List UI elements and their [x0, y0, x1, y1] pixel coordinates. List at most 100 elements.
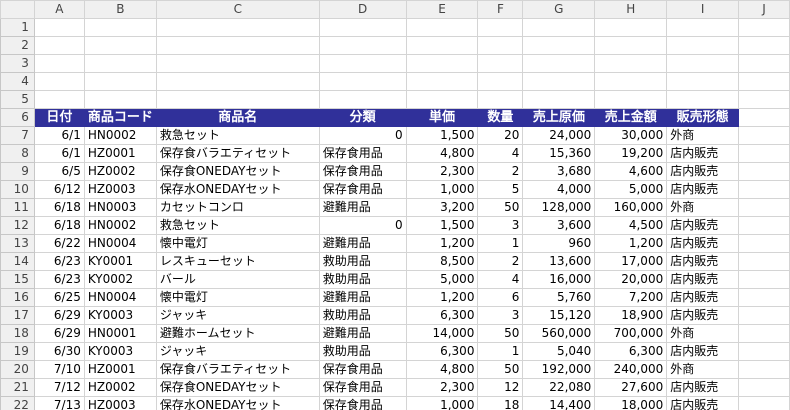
table-cell[interactable]: ジャッキ — [155, 342, 320, 361]
row-header[interactable]: 16 — [0, 288, 35, 307]
table-cell[interactable]: 避難用品 — [318, 234, 407, 253]
table-cell[interactable]: 24,000 — [522, 126, 596, 145]
table-cell[interactable]: 保存食用品 — [318, 396, 407, 410]
cell[interactable] — [738, 126, 790, 145]
table-cell[interactable]: 3 — [477, 306, 524, 325]
cell[interactable] — [738, 378, 790, 397]
table-cell[interactable]: 15,360 — [522, 144, 596, 163]
row-header[interactable]: 8 — [0, 144, 35, 163]
row-header[interactable]: 22 — [0, 396, 35, 410]
cell[interactable] — [405, 54, 479, 73]
table-cell[interactable]: HZ0002 — [83, 378, 157, 397]
table-cell[interactable]: カセットコンロ — [155, 198, 320, 217]
row-header[interactable]: 21 — [0, 378, 35, 397]
table-header-cell[interactable]: 分類 — [318, 108, 407, 127]
table-cell[interactable]: 1,200 — [405, 288, 479, 307]
table-header-cell[interactable]: 売上金額 — [594, 108, 668, 127]
table-cell[interactable]: 5,040 — [522, 342, 596, 361]
table-cell[interactable]: KY0003 — [83, 342, 157, 361]
cell[interactable] — [738, 306, 790, 325]
table-cell[interactable]: 14,400 — [522, 396, 596, 410]
row-header[interactable]: 1 — [0, 18, 35, 37]
table-cell[interactable]: HZ0002 — [83, 162, 157, 181]
table-cell[interactable]: 30,000 — [594, 126, 668, 145]
table-cell[interactable]: 店内販売 — [666, 144, 740, 163]
cell[interactable] — [738, 396, 790, 410]
row-header[interactable]: 2 — [0, 36, 35, 55]
row-header[interactable]: 10 — [0, 180, 35, 199]
cell[interactable] — [405, 36, 479, 55]
table-cell[interactable]: 保存食ONEDAYセット — [155, 378, 320, 397]
row-header[interactable]: 17 — [0, 306, 35, 325]
cell[interactable] — [522, 72, 596, 91]
row-header[interactable]: 12 — [0, 216, 35, 235]
table-cell[interactable]: 4,000 — [522, 180, 596, 199]
table-cell[interactable]: 20,000 — [594, 270, 668, 289]
row-header[interactable]: 11 — [0, 198, 35, 217]
table-cell[interactable]: 救急セット — [155, 216, 320, 235]
cell[interactable] — [738, 198, 790, 217]
column-header[interactable]: A — [33, 0, 85, 19]
row-header[interactable]: 13 — [0, 234, 35, 253]
row-header[interactable]: 5 — [0, 90, 35, 109]
cell[interactable] — [155, 36, 320, 55]
table-cell[interactable]: 避難用品 — [318, 324, 407, 343]
cell[interactable] — [33, 36, 85, 55]
table-cell[interactable]: HZ0003 — [83, 180, 157, 199]
table-cell[interactable]: 店内販売 — [666, 378, 740, 397]
table-cell[interactable]: 1,200 — [594, 234, 668, 253]
table-cell[interactable]: 1,500 — [405, 126, 479, 145]
table-cell[interactable]: レスキューセット — [155, 252, 320, 271]
table-cell[interactable]: 5,000 — [405, 270, 479, 289]
cell[interactable] — [738, 180, 790, 199]
table-cell[interactable]: HN0004 — [83, 234, 157, 253]
table-cell[interactable]: 店内販売 — [666, 342, 740, 361]
table-cell[interactable]: 6,300 — [405, 342, 479, 361]
column-header[interactable]: J — [738, 0, 790, 19]
cell[interactable] — [318, 72, 407, 91]
table-cell[interactable]: HN0004 — [83, 288, 157, 307]
table-cell[interactable]: 避難用品 — [318, 288, 407, 307]
cell[interactable] — [33, 18, 85, 37]
column-header[interactable]: I — [666, 0, 740, 19]
table-cell[interactable]: 1 — [477, 342, 524, 361]
table-cell[interactable]: HN0002 — [83, 216, 157, 235]
table-cell[interactable]: 16,000 — [522, 270, 596, 289]
row-header[interactable]: 3 — [0, 54, 35, 73]
table-cell[interactable]: 50 — [477, 324, 524, 343]
table-cell[interactable]: 27,600 — [594, 378, 668, 397]
cell[interactable] — [83, 72, 157, 91]
cell[interactable] — [738, 216, 790, 235]
table-cell[interactable]: 3,680 — [522, 162, 596, 181]
table-cell[interactable]: 6,300 — [405, 306, 479, 325]
table-cell[interactable]: 5,760 — [522, 288, 596, 307]
cell[interactable] — [594, 90, 668, 109]
table-cell[interactable]: 192,000 — [522, 360, 596, 379]
table-cell[interactable]: 4 — [477, 144, 524, 163]
table-cell[interactable]: 3,200 — [405, 198, 479, 217]
table-cell[interactable]: 6/1 — [33, 126, 85, 145]
table-cell[interactable]: 13,600 — [522, 252, 596, 271]
table-cell[interactable]: HZ0001 — [83, 144, 157, 163]
cell[interactable] — [738, 324, 790, 343]
column-header[interactable]: E — [405, 0, 479, 19]
table-cell[interactable]: HZ0003 — [83, 396, 157, 410]
table-cell[interactable]: 外商 — [666, 198, 740, 217]
table-cell[interactable]: 18,000 — [594, 396, 668, 410]
table-cell[interactable]: HN0002 — [83, 126, 157, 145]
cell[interactable] — [738, 342, 790, 361]
table-cell[interactable]: 保存食バラエティセット — [155, 360, 320, 379]
table-cell[interactable]: 8,500 — [405, 252, 479, 271]
table-cell[interactable]: 6/22 — [33, 234, 85, 253]
cell[interactable] — [738, 90, 790, 109]
table-cell[interactable]: 6/25 — [33, 288, 85, 307]
row-header[interactable]: 20 — [0, 360, 35, 379]
table-cell[interactable]: 3 — [477, 216, 524, 235]
table-cell[interactable]: 15,120 — [522, 306, 596, 325]
cell[interactable] — [738, 270, 790, 289]
table-cell[interactable]: 保存食ONEDAYセット — [155, 162, 320, 181]
table-cell[interactable]: 4,500 — [594, 216, 668, 235]
cell[interactable] — [83, 36, 157, 55]
table-cell[interactable]: 保存水ONEDAYセット — [155, 396, 320, 410]
table-cell[interactable]: 救助用品 — [318, 252, 407, 271]
